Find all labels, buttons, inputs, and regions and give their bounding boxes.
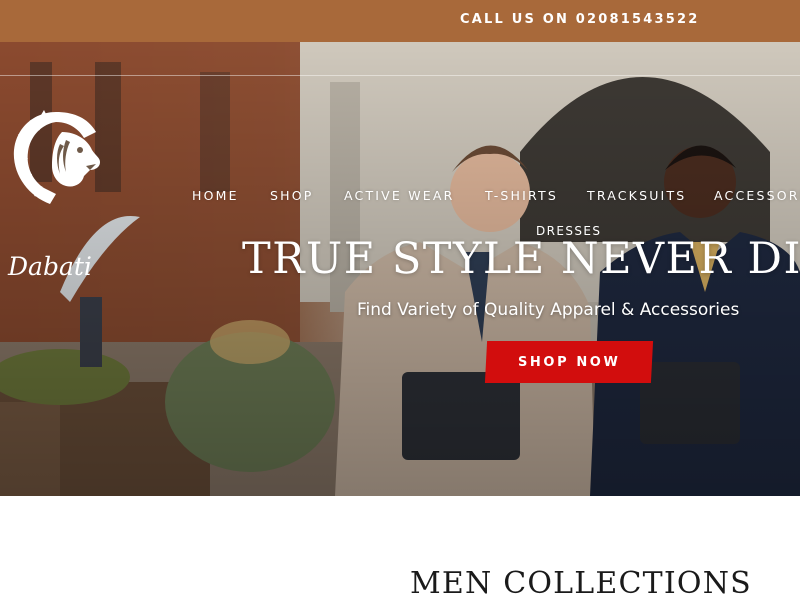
hero-headline: TRUE STYLE NEVER DIES	[242, 234, 800, 284]
hero-banner: Dabati HOME SHOP ACTIVE WEAR T-SHIRTS TR…	[0, 42, 800, 496]
nav-item-shop[interactable]: SHOP	[270, 188, 314, 203]
nav-item-home[interactable]: HOME	[192, 188, 239, 203]
shop-now-label: SHOP NOW	[517, 354, 621, 370]
header-divider-line	[0, 75, 800, 76]
top-announcement-bar: CALL US ON 02081543522	[0, 0, 800, 42]
nav-item-tracksuits[interactable]: TRACKSUITS	[587, 188, 686, 203]
hero-subheadline: Find Variety of Quality Apparel & Access…	[357, 300, 740, 320]
nav-item-accessories[interactable]: ACCESSORIES	[714, 188, 800, 203]
men-collections-heading: MEN COLLECTIONS	[410, 566, 752, 601]
nav-item-t-shirts[interactable]: T-SHIRTS	[485, 188, 558, 203]
nav-item-active-wear[interactable]: ACTIVE WEAR	[344, 188, 455, 203]
shop-now-button[interactable]: SHOP NOW	[484, 341, 654, 383]
main-navigation: HOME SHOP ACTIVE WEAR T-SHIRTS TRACKSUIT…	[0, 188, 800, 212]
brand-wordmark[interactable]: Dabati	[8, 252, 92, 281]
call-us-phone-link[interactable]: CALL US ON 02081543522	[460, 12, 700, 27]
